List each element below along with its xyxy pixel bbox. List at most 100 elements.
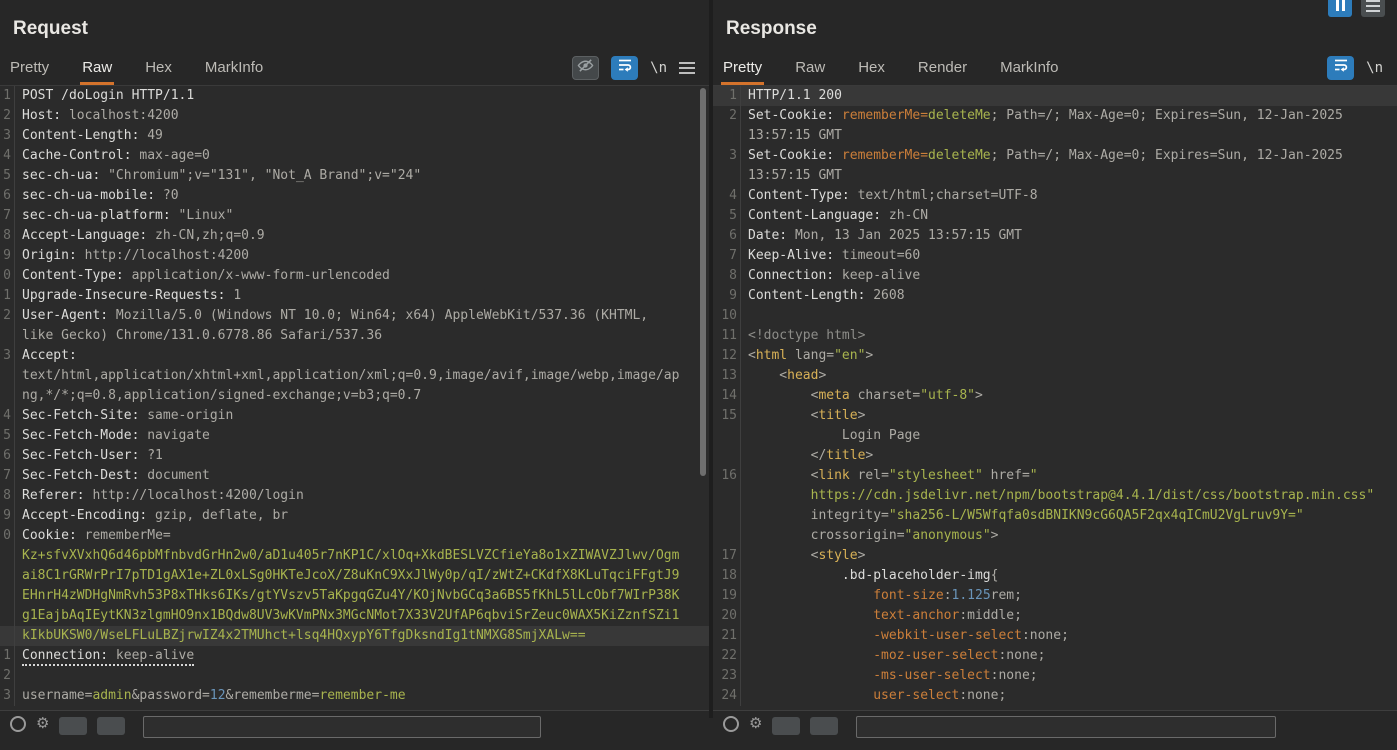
code-line[interactable]: 2User-Agent: Mozilla/5.0 (Windows NT 10.… xyxy=(0,306,709,326)
code-line[interactable]: 18 .bd-placeholder-img{ xyxy=(713,566,1397,586)
code-line[interactable]: 4Cache-Control: max-age=0 xyxy=(0,146,709,166)
code-line[interactable]: 5sec-ch-ua: "Chromium";v="131", "Not_A B… xyxy=(0,166,709,186)
tab-markinfo[interactable]: MarkInfo xyxy=(998,50,1060,85)
request-editor[interactable]: 1POST /doLogin HTTP/1.12Host: localhost:… xyxy=(0,86,709,710)
code-line[interactable]: 2 xyxy=(0,666,709,686)
line-text: text-anchor:middle; xyxy=(741,606,1397,626)
code-line[interactable]: 2Set-Cookie: rememberMe=deleteMe; Path=/… xyxy=(713,106,1397,126)
code-line[interactable]: 6Date: Mon, 13 Jan 2025 13:57:15 GMT xyxy=(713,226,1397,246)
code-line[interactable]: 7Keep-Alive: timeout=60 xyxy=(713,246,1397,266)
code-line[interactable]: 7sec-ch-ua-platform: "Linux" xyxy=(0,206,709,226)
code-line[interactable]: 11<!doctype html> xyxy=(713,326,1397,346)
code-line[interactable]: 6Sec-Fetch-User: ?1 xyxy=(0,446,709,466)
code-line[interactable]: 1Connection: keep-alive xyxy=(0,646,709,666)
code-line[interactable]: 1HTTP/1.1 200 xyxy=(713,86,1397,106)
search-circle-icon[interactable] xyxy=(10,716,26,732)
code-line[interactable]: 13 <head> xyxy=(713,366,1397,386)
code-line[interactable]: g1EajbAqIEytKN3zlgmHO9nx1BQdw8UV3wKVmPNx… xyxy=(0,606,709,626)
tab-pretty[interactable]: Pretty xyxy=(8,50,51,85)
code-line[interactable]: 2Host: localhost:4200 xyxy=(0,106,709,126)
code-line[interactable]: 5Sec-Fetch-Mode: navigate xyxy=(0,426,709,446)
code-line[interactable]: Login Page xyxy=(713,426,1397,446)
tab-markinfo[interactable]: MarkInfo xyxy=(203,50,265,85)
gear-icon[interactable]: ⚙ xyxy=(749,716,762,732)
code-line[interactable]: 7Sec-Fetch-Dest: document xyxy=(0,466,709,486)
panel-divider[interactable] xyxy=(709,0,713,718)
tab-raw[interactable]: Raw xyxy=(80,50,114,85)
tab-raw[interactable]: Raw xyxy=(793,50,827,85)
tab-pretty[interactable]: Pretty xyxy=(721,50,764,85)
code-line[interactable]: 9Content-Length: 2608 xyxy=(713,286,1397,306)
code-line[interactable]: </title> xyxy=(713,446,1397,466)
search-next-button[interactable] xyxy=(810,717,838,735)
code-line[interactable]: 17 <style> xyxy=(713,546,1397,566)
code-line[interactable]: 19 font-size:1.125rem; xyxy=(713,586,1397,606)
search-input[interactable] xyxy=(856,716,1276,738)
code-line[interactable]: 4Sec-Fetch-Site: same-origin xyxy=(0,406,709,426)
gear-icon[interactable]: ⚙ xyxy=(36,716,49,732)
code-line[interactable]: 0Cookie: rememberMe= xyxy=(0,526,709,546)
code-line[interactable]: integrity="sha256-L/W5Wfqfa0sdBNIKN9cG6Q… xyxy=(713,506,1397,526)
newline-toggle[interactable]: \n xyxy=(650,60,667,76)
code-line[interactable]: 21 -webkit-user-select:none; xyxy=(713,626,1397,646)
code-line[interactable]: 8Accept-Language: zh-CN,zh;q=0.9 xyxy=(0,226,709,246)
scrollbar-thumb[interactable] xyxy=(700,88,706,476)
code-line[interactable]: 14 <meta charset="utf-8"> xyxy=(713,386,1397,406)
code-line[interactable]: 13:57:15 GMT xyxy=(713,126,1397,146)
search-next-button[interactable] xyxy=(97,717,125,735)
code-line[interactable]: 23 -ms-user-select:none; xyxy=(713,666,1397,686)
line-text: sec-ch-ua-platform: "Linux" xyxy=(15,206,709,226)
code-line[interactable]: 5Content-Language: zh-CN xyxy=(713,206,1397,226)
code-line[interactable]: 15 <title> xyxy=(713,406,1397,426)
code-line[interactable]: 9Accept-Encoding: gzip, deflate, br xyxy=(0,506,709,526)
code-line[interactable]: 22 -moz-user-select:none; xyxy=(713,646,1397,666)
code-line[interactable]: 10 xyxy=(713,306,1397,326)
response-editor[interactable]: 1HTTP/1.1 2002Set-Cookie: rememberMe=del… xyxy=(713,86,1397,710)
line-text: Content-Length: 49 xyxy=(15,126,709,146)
code-line[interactable]: kIkbUKSW0/WseLFLuLBZjrwIZ4x2TMUhct+lsq4H… xyxy=(0,626,709,646)
tab-render[interactable]: Render xyxy=(916,50,969,85)
newline-toggle[interactable]: \n xyxy=(1366,60,1383,76)
code-line[interactable]: 8Referer: http://localhost:4200/login xyxy=(0,486,709,506)
search-circle-icon[interactable] xyxy=(723,716,739,732)
code-line[interactable]: 6sec-ch-ua-mobile: ?0 xyxy=(0,186,709,206)
wrap-lines-button[interactable] xyxy=(1327,56,1354,80)
line-text: Sec-Fetch-Site: same-origin xyxy=(15,406,709,426)
code-line[interactable]: 9Origin: http://localhost:4200 xyxy=(0,246,709,266)
code-line[interactable]: 1POST /doLogin HTTP/1.1 xyxy=(0,86,709,106)
code-line[interactable]: 20 text-anchor:middle; xyxy=(713,606,1397,626)
code-line[interactable]: ng,*/*;q=0.8,application/signed-exchange… xyxy=(0,386,709,406)
tab-hex[interactable]: Hex xyxy=(856,50,887,85)
eye-off-button[interactable] xyxy=(572,56,599,80)
search-prev-button[interactable] xyxy=(772,717,800,735)
code-line[interactable]: crossorigin="anonymous"> xyxy=(713,526,1397,546)
code-line[interactable]: ai8C1rGRWrPrI7pTD1gAX1e+ZL0xLSg0HKTeJcoX… xyxy=(0,566,709,586)
code-line[interactable]: like Gecko) Chrome/131.0.6778.86 Safari/… xyxy=(0,326,709,346)
code-line[interactable]: 3username=admin&password=12&rememberme=r… xyxy=(0,686,709,706)
code-line[interactable]: 16 <link rel="stylesheet" href=" xyxy=(713,466,1397,486)
code-line[interactable]: 13:57:15 GMT xyxy=(713,166,1397,186)
code-line[interactable]: 8Connection: keep-alive xyxy=(713,266,1397,286)
wrap-lines-button[interactable] xyxy=(611,56,638,80)
code-line[interactable]: EHnrH4zWDHgNmRvh53P8xTHks6IKs/gtYVszv5Ta… xyxy=(0,586,709,606)
tab-hex[interactable]: Hex xyxy=(143,50,174,85)
code-line[interactable]: 3Set-Cookie: rememberMe=deleteMe; Path=/… xyxy=(713,146,1397,166)
code-line[interactable]: Kz+sfvXVxhQ6d46pbMfnbvdGrHn2w0/aD1u405r7… xyxy=(0,546,709,566)
code-line[interactable]: 12<html lang="en"> xyxy=(713,346,1397,366)
search-prev-button[interactable] xyxy=(59,717,87,735)
window-menu-button[interactable] xyxy=(1361,0,1385,17)
line-text: Content-Length: 2608 xyxy=(741,286,1397,306)
editor-menu-icon[interactable] xyxy=(679,62,695,74)
code-line[interactable]: 24 user-select:none; xyxy=(713,686,1397,706)
pause-button[interactable] xyxy=(1328,0,1352,17)
search-input[interactable] xyxy=(143,716,541,738)
code-line[interactable]: https://cdn.jsdelivr.net/npm/bootstrap@4… xyxy=(713,486,1397,506)
line-text: <link rel="stylesheet" href=" xyxy=(741,466,1397,486)
code-line[interactable]: 4Content-Type: text/html;charset=UTF-8 xyxy=(713,186,1397,206)
code-line[interactable]: 3Content-Length: 49 xyxy=(0,126,709,146)
code-line[interactable]: text/html,application/xhtml+xml,applicat… xyxy=(0,366,709,386)
code-line[interactable]: 0Content-Type: application/x-www-form-ur… xyxy=(0,266,709,286)
line-number: 2 xyxy=(0,106,15,126)
code-line[interactable]: 3Accept: xyxy=(0,346,709,366)
code-line[interactable]: 1Upgrade-Insecure-Requests: 1 xyxy=(0,286,709,306)
